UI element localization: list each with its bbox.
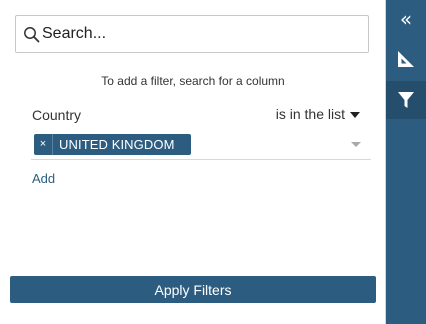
filter-hint: To add a filter, search for a column bbox=[101, 74, 285, 88]
collapse-button[interactable]: « bbox=[386, 0, 426, 38]
value-tag-label: UNITED KINGDOM bbox=[59, 137, 175, 152]
remove-tag-button[interactable]: × bbox=[34, 134, 53, 155]
side-rail: « bbox=[386, 0, 426, 324]
search-input[interactable] bbox=[42, 25, 342, 43]
add-filter-link[interactable]: Add bbox=[32, 171, 55, 186]
chevron-down-icon[interactable] bbox=[351, 142, 361, 147]
double-chevron-left-icon: « bbox=[399, 7, 413, 31]
filter-column-label: Country bbox=[32, 107, 82, 123]
filter-icon bbox=[397, 90, 415, 110]
format-button[interactable] bbox=[386, 40, 426, 78]
filter-tab-button[interactable] bbox=[386, 81, 426, 119]
filter-value-select[interactable]: × UNITED KINGDOM bbox=[31, 133, 371, 160]
filter-panel-root: To add a filter, search for a column Cou… bbox=[0, 0, 426, 324]
value-tag: × UNITED KINGDOM bbox=[34, 134, 191, 155]
caret-down-icon bbox=[350, 111, 360, 118]
operator-dropdown[interactable]: is in the list bbox=[276, 106, 360, 122]
apply-filters-button[interactable]: Apply Filters bbox=[10, 276, 376, 303]
search-box[interactable] bbox=[15, 15, 369, 53]
set-square-icon bbox=[396, 49, 416, 69]
filter-panel: To add a filter, search for a column Cou… bbox=[0, 0, 386, 324]
operator-label: is in the list bbox=[275, 106, 345, 122]
search-icon bbox=[22, 25, 40, 43]
